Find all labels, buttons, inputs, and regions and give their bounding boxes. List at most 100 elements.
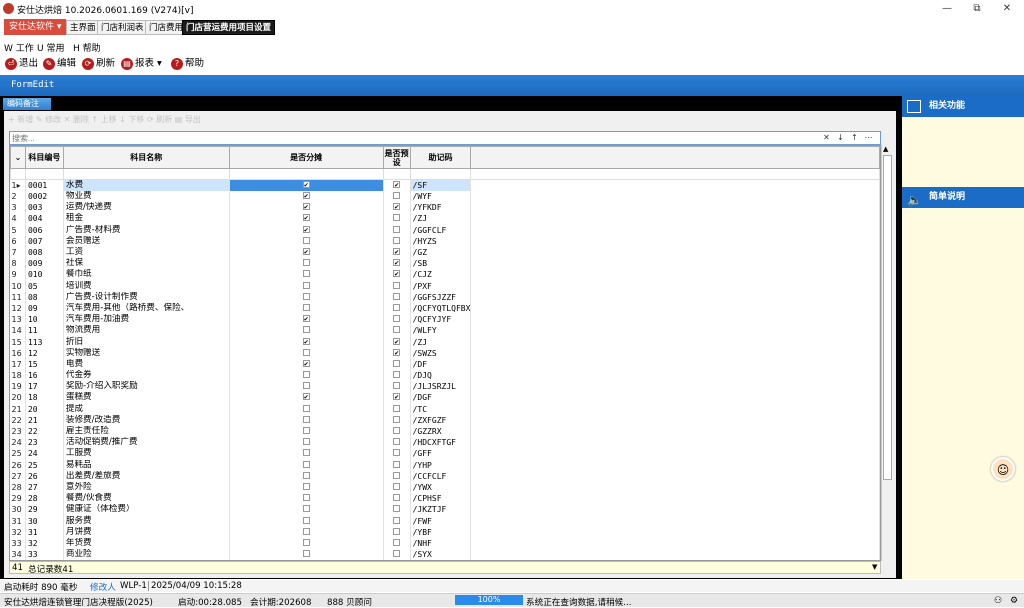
cell-mnemonic[interactable]: /GZZRX [410, 425, 472, 438]
shared-checkbox[interactable] [302, 494, 310, 502]
assistant-avatar-icon[interactable]: ☺ [991, 457, 1015, 481]
cell-shared[interactable] [229, 381, 384, 393]
cell-shared[interactable] [229, 448, 384, 460]
cell-shared[interactable] [229, 481, 384, 494]
cell-name[interactable]: 健康证（体检费） [63, 504, 230, 516]
preset-checkbox[interactable] [393, 527, 401, 535]
cell-code[interactable]: 21 [25, 414, 64, 426]
shared-checkbox[interactable] [302, 248, 310, 256]
cell-code[interactable]: 15 [25, 358, 64, 370]
table-row[interactable]: 33 32 年货费/NHF [10, 537, 880, 549]
menu-help[interactable]: H 帮助 [73, 41, 101, 54]
cell-mnemonic[interactable]: /QCFYQTLQFBX [410, 302, 472, 315]
preset-checkbox[interactable] [393, 404, 401, 412]
cell-preset[interactable] [383, 493, 411, 505]
cell-code[interactable]: 24 [25, 448, 64, 460]
refresh-button[interactable]: ⟳ 刷新 [82, 57, 115, 71]
cell-name[interactable]: 广告费-设计制作费 [63, 291, 230, 303]
cell-preset[interactable] [383, 302, 411, 315]
table-row[interactable]: 18 16 代金券/DJQ [10, 370, 880, 382]
cell-name[interactable]: 意外险 [63, 481, 230, 494]
cell-preset[interactable] [383, 549, 411, 560]
preset-checkbox[interactable] [393, 359, 401, 367]
shared-checkbox[interactable] [302, 527, 310, 535]
clear-search-icon[interactable]: ✕ [820, 132, 833, 144]
shared-checkbox[interactable] [302, 236, 310, 244]
cell-preset[interactable] [383, 314, 411, 326]
table-row[interactable]: 11 08 广告费-设计制作费/GGFSJZZF [10, 291, 880, 303]
cell-name[interactable]: 汽车费用-加油费 [63, 314, 230, 326]
cell-mnemonic[interactable]: /GFF [410, 448, 472, 460]
cell-mnemonic[interactable]: /DGF [410, 392, 472, 404]
cell-shared[interactable] [229, 459, 384, 471]
cell-mnemonic[interactable]: /CCFCLF [410, 470, 472, 482]
table-row[interactable]: 1612实物赠送/SWZS [10, 347, 880, 359]
preset-checkbox[interactable] [393, 505, 401, 513]
cell-name[interactable]: 汽车费用-其他（路桥费、保险、 [63, 302, 230, 315]
cell-shared[interactable] [229, 246, 384, 259]
preset-checkbox[interactable] [393, 259, 401, 267]
filter-cell[interactable] [382, 168, 411, 180]
table-row[interactable]: 5006广告费-材料费/GGFCLF [10, 224, 880, 236]
table-row[interactable]: 6 007 会员赠送/HYZS [10, 235, 880, 247]
preset-checkbox[interactable] [393, 538, 401, 546]
cell-shared[interactable] [229, 302, 384, 315]
cell-code[interactable]: 05 [25, 280, 64, 292]
cell-shared[interactable] [229, 549, 384, 560]
shared-checkbox[interactable] [302, 225, 310, 233]
filter-cell[interactable] [228, 168, 384, 180]
preset-checkbox[interactable] [393, 494, 401, 502]
preset-checkbox[interactable] [393, 371, 401, 379]
cell-preset[interactable] [383, 448, 411, 460]
cell-preset[interactable] [383, 392, 411, 404]
preset-checkbox[interactable] [393, 382, 401, 390]
cell-code[interactable]: 32 [25, 537, 64, 549]
column-header-name[interactable]: 科目名称 [62, 146, 230, 169]
shared-checkbox[interactable] [302, 292, 310, 300]
table-row[interactable]: 1715电费/DF [10, 358, 880, 370]
table-row[interactable]: 1▸0001水费/SF [10, 179, 880, 191]
cell-mnemonic[interactable]: /CJZ [410, 269, 472, 281]
table-row[interactable]: 23 22 雇主责任险/GZZRX [10, 425, 880, 438]
cell-code[interactable]: 08 [25, 291, 64, 303]
cell-mnemonic[interactable]: /YFKDF [410, 202, 472, 214]
tab-code-notes[interactable]: 编码备注 [3, 98, 51, 110]
table-row[interactable]: 21 20 提成/TC [10, 403, 880, 415]
preset-checkbox[interactable] [393, 181, 401, 188]
table-row[interactable]: 7008工资/GZ [10, 246, 880, 259]
cell-code[interactable]: 09 [25, 302, 64, 315]
cell-code[interactable]: 010 [25, 269, 64, 281]
cell-name[interactable]: 服务费 [63, 515, 230, 527]
cell-mnemonic[interactable]: /YBF [410, 526, 472, 538]
shared-checkbox[interactable] [302, 214, 310, 222]
preset-checkbox[interactable] [393, 281, 401, 289]
cell-shared[interactable] [229, 347, 384, 359]
cell-shared[interactable] [229, 202, 384, 214]
cell-name[interactable]: 提成 [63, 403, 230, 415]
cell-name[interactable]: 租金 [63, 213, 230, 225]
preset-checkbox[interactable] [393, 315, 401, 323]
cell-preset[interactable] [383, 224, 411, 236]
scroll-up-icon[interactable]: ▲ [883, 145, 888, 153]
cell-mnemonic[interactable]: /GGFSJZZF [410, 291, 472, 303]
scroll-down-icon[interactable]: ▼ [872, 563, 877, 571]
cell-preset[interactable] [383, 459, 411, 471]
preset-checkbox[interactable] [393, 337, 401, 345]
cell-shared[interactable] [229, 336, 384, 348]
shared-checkbox[interactable] [302, 348, 310, 356]
cell-code[interactable]: 10 [25, 314, 64, 326]
cell-name[interactable]: 蛋糕费 [63, 392, 230, 404]
cell-mnemonic[interactable]: /DF [410, 358, 472, 370]
filter-cell[interactable] [409, 168, 472, 180]
cell-code[interactable]: 007 [25, 235, 64, 247]
shared-checkbox[interactable] [302, 449, 310, 457]
cell-name[interactable]: 会员赠送 [63, 235, 230, 247]
cell-code[interactable]: 11 [25, 325, 64, 337]
search-next-icon[interactable]: ↓ [834, 132, 847, 144]
cell-code[interactable]: 0001 [25, 179, 64, 191]
cell-name[interactable]: 月饼费 [63, 526, 230, 538]
cell-shared[interactable] [229, 370, 384, 382]
cell-name[interactable]: 出差费/差旅费 [63, 470, 230, 482]
shared-checkbox[interactable] [302, 203, 310, 211]
cell-shared[interactable] [229, 179, 384, 191]
